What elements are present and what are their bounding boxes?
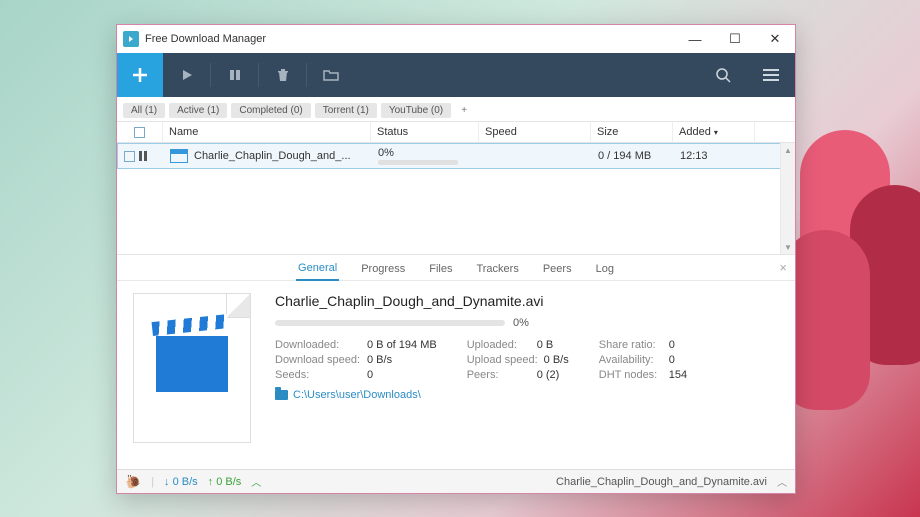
dht-value: 154 [669, 369, 687, 381]
open-folder-link[interactable]: C:\Users\user\Downloads\ [275, 389, 779, 401]
scrollbar[interactable]: ▲ ▼ [780, 143, 795, 254]
video-file-icon [170, 149, 188, 163]
statusbar: 🐌 | ↓ 0 B/s ↑ 0 B/s ︿ Charlie_Chaplin_Do… [117, 469, 795, 493]
col-status[interactable]: Status [371, 122, 479, 142]
uploaded-value: 0 B [537, 339, 554, 351]
app-logo-icon [123, 31, 139, 47]
sort-desc-icon: ▾ [714, 128, 718, 137]
statusbar-menu-button[interactable]: ︿ [777, 474, 787, 489]
avail-value: 0 [669, 354, 675, 366]
peers-label: Peers: [467, 369, 531, 381]
col-size[interactable]: Size [591, 122, 673, 142]
details-tabs: General Progress Files Trackers Peers Lo… [117, 255, 795, 281]
scroll-down-icon[interactable]: ▼ [781, 240, 795, 254]
download-list: Charlie_Chaplin_Dough_and_... 0% 0 / 194… [117, 143, 795, 255]
row-filename: Charlie_Chaplin_Dough_and_... [194, 150, 351, 162]
search-button[interactable] [699, 53, 747, 97]
filter-tabs: All (1) Active (1) Completed (0) Torrent… [117, 97, 795, 121]
app-title: Free Download Manager [145, 33, 266, 45]
filter-completed[interactable]: Completed (0) [231, 103, 310, 118]
folder-button[interactable] [307, 53, 355, 97]
pause-button[interactable] [211, 53, 259, 97]
rate-menu-button[interactable]: ︿ [251, 474, 261, 489]
table-header: Name Status Speed Size Added ▾ [117, 121, 795, 143]
tab-log[interactable]: Log [594, 259, 616, 280]
delete-button[interactable] [259, 53, 307, 97]
statusbar-filename: Charlie_Chaplin_Dough_and_Dynamite.avi [556, 476, 767, 488]
global-upload-rate: ↑ 0 B/s [208, 476, 242, 488]
toolbar [117, 53, 795, 97]
folder-icon [275, 390, 288, 400]
details-progressbar [275, 320, 505, 326]
avail-label: Availability: [599, 354, 663, 366]
tab-files[interactable]: Files [427, 259, 454, 280]
filter-youtube[interactable]: YouTube (0) [381, 103, 451, 118]
minimize-button[interactable]: — [675, 25, 715, 53]
downloaded-label: Downloaded: [275, 339, 361, 351]
table-row[interactable]: Charlie_Chaplin_Dough_and_... 0% 0 / 194… [117, 143, 795, 169]
download-path: C:\Users\user\Downloads\ [293, 389, 421, 401]
add-button[interactable] [117, 53, 163, 97]
tab-general[interactable]: General [296, 258, 339, 281]
tab-trackers[interactable]: Trackers [474, 259, 520, 280]
row-speed [480, 144, 592, 168]
dht-label: DHT nodes: [599, 369, 663, 381]
ulspeed-label: Upload speed: [467, 354, 538, 366]
maximize-button[interactable]: ☐ [715, 25, 755, 53]
downloaded-value: 0 B of 194 MB [367, 339, 437, 351]
seeds-label: Seeds: [275, 369, 361, 381]
paused-icon [139, 151, 147, 161]
uploaded-label: Uploaded: [467, 339, 531, 351]
row-status: 0% [378, 147, 394, 159]
file-thumbnail [133, 293, 251, 443]
filter-add-button[interactable]: + [455, 103, 473, 118]
peers-value: 0 (2) [537, 369, 560, 381]
select-all-checkbox[interactable] [134, 127, 145, 138]
details-percent: 0% [513, 317, 529, 329]
row-progressbar [378, 160, 458, 165]
col-name[interactable]: Name [163, 122, 371, 142]
ulspeed-value: 0 B/s [544, 354, 569, 366]
col-speed[interactable]: Speed [479, 122, 591, 142]
row-size: 0 / 194 MB [598, 150, 651, 162]
filter-torrent[interactable]: Torrent (1) [315, 103, 377, 118]
row-checkbox[interactable] [124, 151, 135, 162]
tab-peers[interactable]: Peers [541, 259, 574, 280]
tab-progress[interactable]: Progress [359, 259, 407, 280]
details-panel: General Progress Files Trackers Peers Lo… [117, 255, 795, 469]
titlebar[interactable]: Free Download Manager — ☐ ✕ [117, 25, 795, 53]
details-title: Charlie_Chaplin_Dough_and_Dynamite.avi [275, 293, 779, 309]
scroll-up-icon[interactable]: ▲ [781, 143, 795, 157]
seeds-value: 0 [367, 369, 373, 381]
start-button[interactable] [163, 53, 211, 97]
app-window: Free Download Manager — ☐ ✕ All (1) Acti… [116, 24, 796, 494]
col-added[interactable]: Added ▾ [673, 122, 755, 142]
filter-active[interactable]: Active (1) [169, 103, 227, 118]
ratio-label: Share ratio: [599, 339, 663, 351]
ratio-value: 0 [669, 339, 675, 351]
close-button[interactable]: ✕ [755, 25, 795, 53]
snail-mode-button[interactable]: 🐌 [125, 474, 141, 490]
filter-all[interactable]: All (1) [123, 103, 165, 118]
details-close-button[interactable]: × [779, 260, 787, 275]
row-added: 12:13 [680, 150, 708, 162]
dlspeed-value: 0 B/s [367, 354, 392, 366]
menu-button[interactable] [747, 53, 795, 97]
global-download-rate: ↓ 0 B/s [164, 476, 198, 488]
dlspeed-label: Download speed: [275, 354, 361, 366]
